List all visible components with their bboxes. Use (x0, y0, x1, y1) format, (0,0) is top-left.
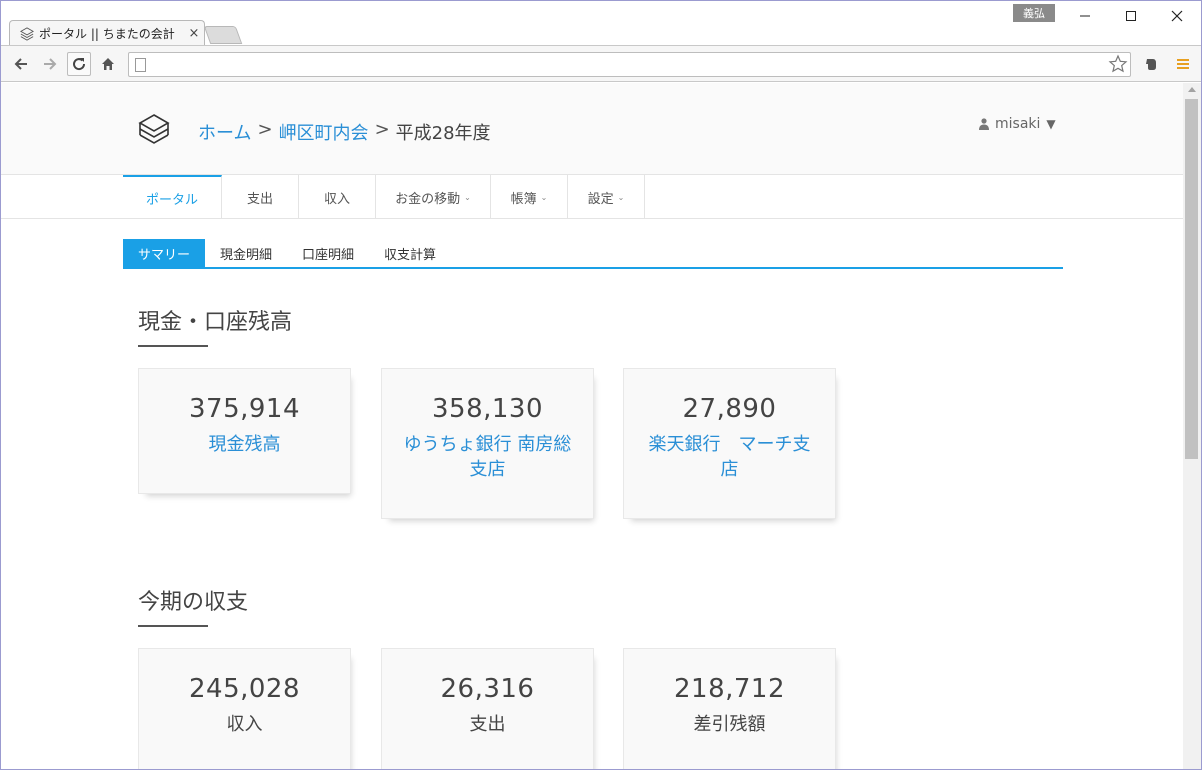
close-icon (1171, 10, 1183, 22)
balances-title: 現金・口座残高 (138, 310, 293, 335)
forward-button[interactable] (38, 52, 62, 76)
card-value: 245,028 (188, 674, 301, 704)
user-menu-caret: ▼ (1046, 117, 1056, 131)
card-label: 支出 (469, 714, 506, 735)
address-bar[interactable] (128, 52, 1131, 77)
page-viewport: ホーム > 岬区町内会 > 平成28年度 misaki ▼ ポータル 支出 収入… (1, 83, 1183, 769)
browser-menu-button[interactable] (1171, 52, 1195, 76)
nav-label: 設定 (587, 191, 614, 207)
card-label-link[interactable]: 楽天銀行 マーチ支店 (624, 432, 835, 504)
card-value: 218,712 (673, 674, 786, 704)
minimize-icon (1080, 15, 1090, 17)
home-button[interactable] (96, 52, 120, 76)
section-divider (138, 625, 208, 627)
nav-money-transfer[interactable]: お金の移動 ⌄ (376, 175, 491, 219)
breadcrumb-home-link[interactable]: ホーム (198, 119, 251, 145)
user-menu[interactable]: misaki ▼ (979, 116, 1056, 132)
reload-button[interactable] (67, 52, 91, 76)
user-icon (979, 118, 989, 130)
breadcrumb-separator: > (374, 119, 390, 140)
hamburger-menu-icon (1177, 59, 1189, 69)
profile-badge[interactable]: 義弘 (1013, 4, 1055, 22)
star-icon[interactable] (1108, 54, 1128, 74)
chevron-down-icon: ⌄ (464, 192, 471, 202)
nav-income[interactable]: 収入 (299, 175, 376, 219)
summary-card-balance: 218,712 差引残額 (623, 648, 836, 769)
home-icon (102, 58, 114, 70)
section-divider (138, 345, 208, 347)
nav-portal[interactable]: ポータル (123, 175, 222, 219)
breadcrumb: ホーム > 岬区町内会 > 平成28年度 (198, 119, 491, 145)
nav-label: 支出 (246, 191, 273, 207)
card-label-link[interactable]: ゆうちょ銀行 南房総支店 (382, 432, 593, 504)
nav-label: お金の移動 (395, 191, 461, 207)
tab-strip: ポータル || ちまたの会計 × 義弘 (1, 1, 1201, 46)
maximize-icon (1126, 11, 1136, 21)
nav-label: 帳簿 (510, 191, 537, 207)
site-header: ホーム > 岬区町内会 > 平成28年度 misaki ▼ (1, 83, 1183, 175)
maximize-button[interactable] (1111, 5, 1151, 27)
forward-arrow-icon (44, 58, 57, 70)
nav-expense[interactable]: 支出 (222, 175, 299, 219)
chevron-down-icon: ⌄ (540, 192, 548, 202)
balance-card-rakuten[interactable]: 27,890 楽天銀行 マーチ支店 (623, 368, 836, 519)
subtab-cash-detail[interactable]: 現金明細 (205, 239, 287, 267)
summary-subtabs: サマリー 現金明細 口座明細 収支計算 (123, 239, 1063, 269)
evernote-button[interactable] (1139, 52, 1163, 76)
nav-label: ポータル (145, 192, 198, 208)
card-label: 差引残額 (693, 714, 766, 735)
breadcrumb-org-link[interactable]: 岬区町内会 (279, 119, 369, 145)
back-button[interactable] (9, 52, 33, 76)
nav-ledger[interactable]: 帳簿 ⌄ (491, 175, 568, 219)
reload-icon (73, 58, 86, 71)
card-value: 27,890 (682, 394, 777, 424)
evernote-icon (1146, 59, 1156, 70)
scrollbar-thumb[interactable] (1185, 99, 1198, 459)
chevron-down-icon: ⌄ (617, 192, 625, 202)
subtab-income-expense-calc[interactable]: 収支計算 (369, 239, 451, 267)
income-expense-title: 今期の収支 (138, 590, 249, 615)
user-name: misaki (995, 116, 1041, 132)
card-label-link[interactable]: 現金残高 (139, 432, 350, 479)
card-value: 26,316 (440, 674, 535, 704)
browser-toolbar (1, 45, 1201, 82)
page-icon (135, 58, 146, 72)
layers-logo-icon (20, 26, 34, 41)
summary-card-expense: 26,316 支出 (381, 648, 594, 769)
browser-window: ポータル || ちまたの会計 × 義弘 ホーム > 岬区町内会 > 平成28年度… (0, 0, 1202, 770)
card-label: 収入 (226, 714, 263, 735)
page-scrollbar[interactable] (1183, 83, 1201, 769)
subtab-summary[interactable]: サマリー (123, 239, 206, 267)
main-nav: ポータル 支出 収入 お金の移動 ⌄ 帳簿 ⌄ 設定 ⌄ (1, 175, 1183, 219)
nav-label: 収入 (323, 191, 350, 207)
browser-tab[interactable]: ポータル || ちまたの会計 × (9, 20, 205, 46)
back-arrow-icon (14, 58, 27, 70)
balance-card-cash[interactable]: 375,914 現金残高 (138, 368, 351, 494)
subtab-account-detail[interactable]: 口座明細 (287, 239, 369, 267)
nav-settings[interactable]: 設定 ⌄ (568, 175, 645, 219)
new-tab-button[interactable] (203, 26, 243, 44)
balance-card-yucho[interactable]: 358,130 ゆうちょ銀行 南房総支店 (381, 368, 594, 519)
layers-logo-icon[interactable] (138, 113, 170, 149)
breadcrumb-current: 平成28年度 (395, 123, 491, 144)
minimize-button[interactable] (1065, 5, 1105, 27)
breadcrumb-separator: > (257, 119, 273, 140)
summary-card-income: 245,028 収入 (138, 648, 351, 769)
tab-title: ポータル || ちまたの会計 (39, 27, 175, 41)
card-value: 375,914 (188, 394, 301, 424)
tab-close-icon[interactable]: × (184, 26, 204, 41)
close-window-button[interactable] (1157, 5, 1197, 27)
scroll-up-arrow-icon[interactable] (1188, 87, 1196, 92)
card-value: 358,130 (431, 394, 544, 424)
